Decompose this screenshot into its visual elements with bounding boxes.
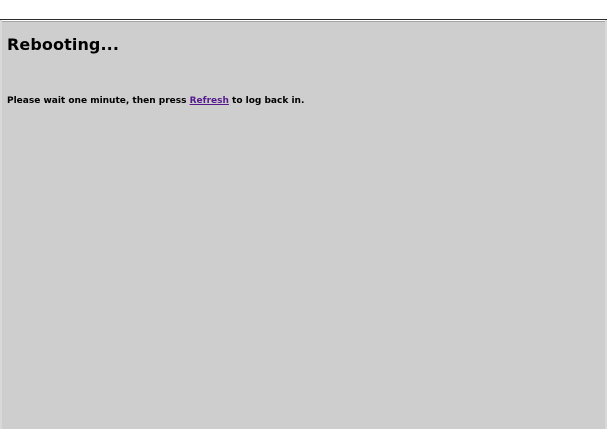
message-text-before: Please wait one minute, then press	[7, 96, 190, 106]
reboot-page: Rebooting... Please wait one minute, the…	[2, 21, 605, 429]
browser-top-strip	[0, 0, 607, 20]
page-title: Rebooting...	[7, 35, 120, 54]
message-text-after: to log back in.	[228, 96, 305, 106]
refresh-link[interactable]: Refresh	[190, 96, 229, 106]
reboot-message: Please wait one minute, then press Refre…	[7, 96, 304, 106]
